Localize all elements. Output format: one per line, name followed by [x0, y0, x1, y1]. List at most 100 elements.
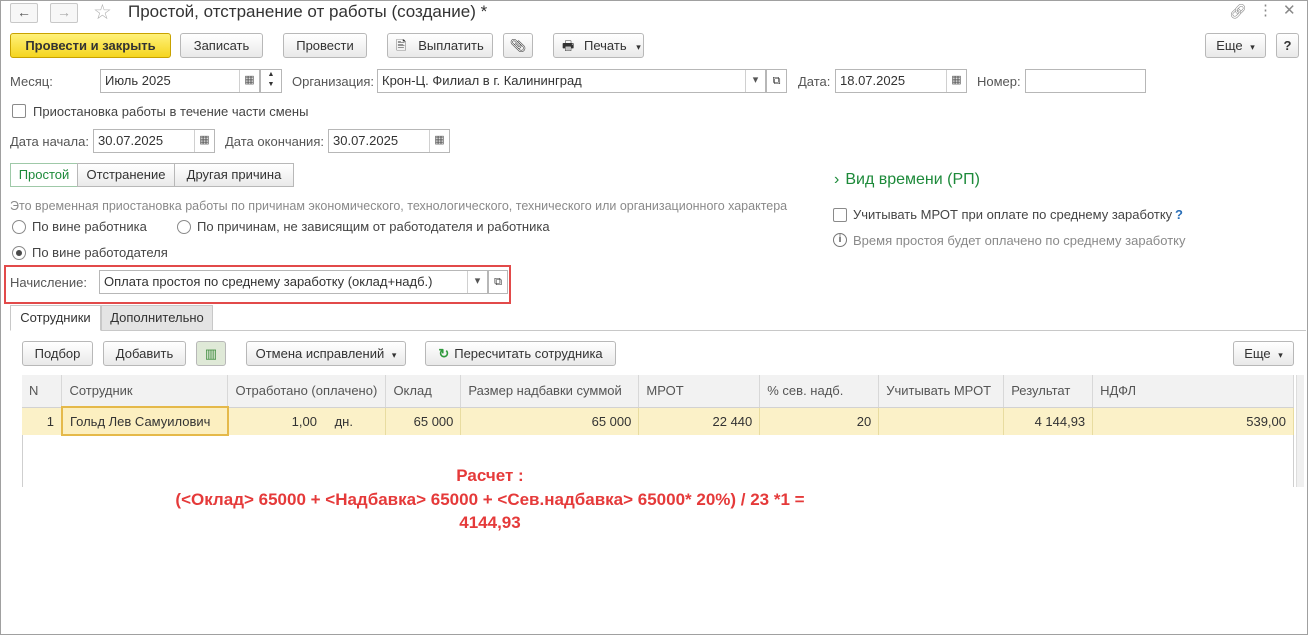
chevron-right-icon: ›	[834, 171, 840, 188]
organization-value: Крон-Ц. Филиал в г. Калининград	[382, 73, 582, 88]
consider-mrot-label: Учитывать МРОТ при оплате по среднему за…	[853, 207, 1173, 222]
open-accrual-icon[interactable]: ⧉	[488, 270, 508, 294]
recalculate-employee-button[interactable]: ↻ Пересчитать сотрудника	[425, 341, 616, 366]
add-button[interactable]: Добавить	[103, 341, 186, 366]
salary-cell[interactable]: 65 000	[385, 407, 462, 435]
tab-employees[interactable]: Сотрудники	[10, 305, 101, 331]
organization-field[interactable]: Крон-Ц. Филиал в г. Калининград ▾	[377, 69, 766, 93]
calculation-formula: (<Оклад> 65000 + <Надбавка> 65000 + <Сев…	[175, 490, 805, 509]
column-header-worked[interactable]: Отработано (оплачено)	[227, 375, 387, 408]
downtime-description: Это временная приостановка работы по при…	[10, 199, 788, 213]
pay-button-label: Выплатить	[418, 38, 484, 53]
back-arrow-icon[interactable]: ←	[10, 3, 38, 23]
dropdown-arrow-icon[interactable]: ▾	[745, 70, 765, 92]
calendar-icon[interactable]: ▦	[239, 70, 259, 92]
table-scrollbar[interactable]	[1296, 375, 1304, 487]
end-date-field[interactable]: 30.07.2025 ▦	[328, 129, 450, 153]
calculation-heading: Расчет :	[456, 466, 524, 485]
chevron-down-icon: ▾	[391, 350, 397, 360]
column-header-bonus[interactable]: Размер надбавки суммой	[460, 375, 640, 408]
column-header-employee[interactable]: Сотрудник	[61, 375, 229, 408]
bonus-cell[interactable]: 65 000	[460, 407, 640, 435]
more-vertical-icon[interactable]: ⋮	[1258, 1, 1273, 19]
number-label: Номер:	[977, 74, 1021, 89]
tab-other-reason[interactable]: Другая причина	[174, 163, 294, 187]
month-spin-button[interactable]: ▲ ▼	[260, 69, 282, 93]
table-settings-button[interactable]: ▥	[196, 341, 226, 366]
post-button[interactable]: Провести	[283, 33, 367, 58]
calendar-icon[interactable]: ▦	[194, 130, 214, 152]
number-field[interactable]	[1025, 69, 1146, 93]
tab-suspension[interactable]: Отстранение	[77, 163, 175, 187]
mrot-cell[interactable]: 22 440	[638, 407, 761, 435]
favorite-star-icon[interactable]: ☆	[93, 0, 112, 25]
consider-mrot-checkbox[interactable]	[833, 208, 847, 222]
print-button-label: Печать	[584, 38, 627, 53]
column-header-north-pct[interactable]: % сев. надб.	[759, 375, 880, 408]
column-header-result[interactable]: Результат	[1003, 375, 1094, 408]
column-header-mrot[interactable]: МРОТ	[638, 375, 761, 408]
table-row[interactable]: 1 Гольд Лев Самуилович 1,00 дн. 65 000 6…	[22, 406, 1294, 436]
radio-independent-reasons[interactable]	[177, 220, 191, 234]
month-field[interactable]: Июль 2025 ▦	[100, 69, 260, 93]
more-button[interactable]: Еще ▾	[1205, 33, 1266, 58]
print-button[interactable]: 🖶︎ Печать ▾	[553, 33, 644, 58]
radio-employee-fault[interactable]	[12, 220, 26, 234]
chevron-down-icon: ▾	[636, 42, 641, 52]
accrual-field[interactable]: Оплата простоя по среднему заработку (ок…	[99, 270, 488, 294]
consider-mrot-cell[interactable]	[878, 407, 1005, 435]
dropdown-arrow-icon[interactable]: ▾	[467, 271, 487, 293]
worked-value: 1,00	[291, 413, 317, 429]
link-icon[interactable]: 🔗︎	[1229, 3, 1247, 20]
column-header-n[interactable]: N	[22, 375, 63, 408]
radio-employer-fault[interactable]	[12, 246, 26, 260]
column-header-consider-mrot[interactable]: Учитывать МРОТ	[878, 375, 1005, 408]
date-value: 18.07.2025	[840, 73, 906, 88]
result-cell[interactable]: 4 144,93	[1003, 407, 1094, 435]
info-icon: i	[833, 233, 847, 247]
start-date-field[interactable]: 30.07.2025 ▦	[93, 129, 215, 153]
month-label: Месяц:	[10, 74, 53, 89]
chevron-down-icon: ▾	[1278, 350, 1283, 360]
title-bar: ← → ☆ Простой, отстранение от работы (со…	[0, 0, 1306, 26]
month-value: Июль 2025	[105, 73, 171, 88]
calculation-result: 4144,93	[459, 513, 521, 532]
time-type-label: Вид времени (РП)	[845, 171, 980, 188]
north-pct-cell[interactable]: 20	[759, 407, 880, 435]
start-date-label: Дата начала:	[10, 134, 89, 149]
calendar-icon[interactable]: ▦	[429, 130, 449, 152]
more-button-label: Еще	[1216, 38, 1243, 53]
help-button[interactable]: ?	[1276, 33, 1299, 58]
partial-shift-checkbox[interactable]	[12, 104, 26, 118]
column-header-ndfl[interactable]: НДФЛ	[1092, 375, 1294, 408]
accrual-value: Оплата простоя по среднему заработку (ок…	[104, 274, 433, 289]
open-organization-icon[interactable]: ⧉	[766, 69, 787, 93]
payment-document-icon: 🖹︎	[396, 38, 407, 53]
start-date-value: 30.07.2025	[98, 133, 164, 148]
payment-info-text: Время простоя будет оплачено по среднему…	[853, 233, 1186, 248]
radio-independent-reasons-label: По причинам, не зависящим от работодател…	[197, 219, 550, 234]
pay-button[interactable]: 🖹︎ Выплатить	[387, 33, 493, 58]
column-header-salary[interactable]: Оклад	[385, 375, 462, 408]
forward-arrow-icon[interactable]: →	[50, 3, 78, 23]
radio-employee-fault-label: По вине работника	[32, 219, 147, 234]
tab-additional[interactable]: Дополнительно	[101, 305, 213, 331]
save-button[interactable]: Записать	[180, 33, 263, 58]
employee-cell[interactable]: Гольд Лев Самуилович	[60, 406, 229, 436]
end-date-value: 30.07.2025	[333, 133, 399, 148]
worked-cell[interactable]: 1,00 дн.	[227, 407, 387, 435]
close-icon[interactable]: ✕	[1283, 1, 1296, 19]
row-number: 1	[22, 407, 63, 435]
cancel-corrections-button[interactable]: Отмена исправлений ▾	[246, 341, 406, 366]
tab-downtime[interactable]: Простой	[10, 163, 78, 187]
post-and-close-button[interactable]: Провести и закрыть	[10, 33, 171, 58]
ndfl-cell[interactable]: 539,00	[1092, 407, 1294, 435]
help-question-icon[interactable]: ?	[1175, 207, 1183, 222]
date-label: Дата:	[798, 74, 831, 89]
date-field[interactable]: 18.07.2025 ▦	[835, 69, 967, 93]
pick-button[interactable]: Подбор	[22, 341, 93, 366]
calendar-icon[interactable]: ▦	[946, 70, 966, 92]
attach-file-button[interactable]: 📎︎	[503, 33, 533, 58]
time-type-link[interactable]: › Вид времени (РП)	[834, 171, 980, 189]
table-more-button[interactable]: Еще ▾	[1233, 341, 1294, 366]
